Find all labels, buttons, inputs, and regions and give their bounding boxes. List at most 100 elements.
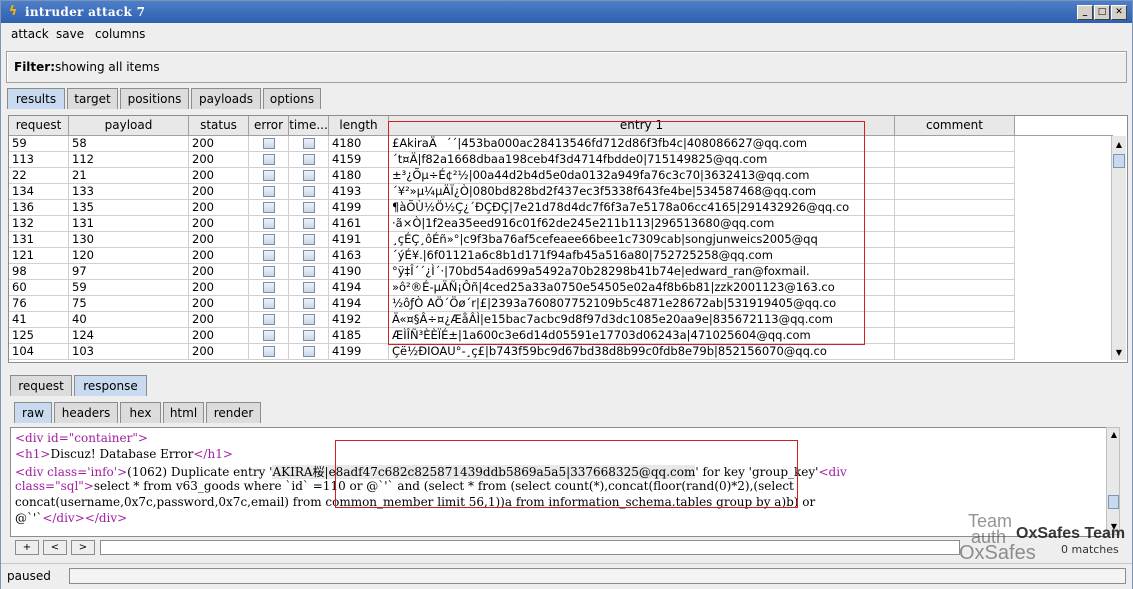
search-add-button[interactable]: + — [15, 540, 39, 555]
tab-options[interactable]: options — [263, 88, 321, 109]
cell-comment — [895, 184, 1015, 200]
error-checkbox[interactable] — [263, 234, 275, 245]
cell-length: 4192 — [329, 312, 389, 328]
error-checkbox[interactable] — [263, 266, 275, 277]
error-cell — [249, 248, 289, 264]
filter-bar[interactable]: Filter: showing all items — [6, 51, 1127, 83]
maximize-button[interactable]: □ — [1094, 5, 1110, 20]
timeout-cell — [289, 344, 329, 360]
menu-attack[interactable]: attack — [11, 27, 49, 41]
tab-raw[interactable]: raw — [14, 402, 52, 423]
cell-payload: 131 — [69, 216, 189, 232]
src-line-5: concat(username,0x7c,password,0x7c,email… — [15, 495, 816, 509]
timeout-cell — [289, 168, 329, 184]
scroll-up-icon[interactable]: ▲ — [1107, 428, 1121, 442]
timeout-checkbox[interactable] — [303, 298, 315, 309]
cell-request: 132 — [9, 216, 69, 232]
col-header-status[interactable]: status — [189, 116, 249, 136]
cell-comment — [895, 328, 1015, 344]
intruder-window: ϟ intruder attack 7 _ □ ✕ attack save co… — [0, 0, 1133, 589]
menu-columns[interactable]: columns — [95, 27, 145, 41]
cell-length: 4199 — [329, 200, 389, 216]
col-header-error[interactable]: error — [249, 116, 289, 136]
tab-payloads[interactable]: payloads — [191, 88, 261, 109]
col-header-payload[interactable]: payload — [69, 116, 189, 136]
cell-comment — [895, 280, 1015, 296]
error-checkbox[interactable] — [263, 250, 275, 261]
error-checkbox[interactable] — [263, 282, 275, 293]
scroll-down-icon[interactable]: ▼ — [1112, 346, 1126, 360]
col-header-comment[interactable]: comment — [895, 116, 1015, 136]
timeout-checkbox[interactable] — [303, 154, 315, 165]
response-raw-text[interactable]: <div id="container"> <h1>Discuz! Databas… — [10, 427, 1108, 537]
timeout-checkbox[interactable] — [303, 250, 315, 261]
col-header-timeout[interactable]: time... — [289, 116, 329, 136]
error-checkbox[interactable] — [263, 154, 275, 165]
timeout-checkbox[interactable] — [303, 138, 315, 149]
search-input[interactable] — [100, 540, 960, 555]
error-checkbox[interactable] — [263, 314, 275, 325]
tab-render[interactable]: render — [206, 402, 261, 423]
error-cell — [249, 216, 289, 232]
timeout-checkbox[interactable] — [303, 266, 315, 277]
cell-entry: ·ã×Ò|1f2ea35eed916c01f62de245e211b113|29… — [389, 216, 895, 232]
search-next-button[interactable]: > — [71, 540, 95, 555]
cell-entry: ±³¿Õµ÷É¢²½|00a44d2b4d5e0da0132a949fa76c3… — [389, 168, 895, 184]
error-cell — [249, 328, 289, 344]
close-button[interactable]: ✕ — [1111, 5, 1127, 20]
cell-payload: 124 — [69, 328, 189, 344]
error-cell — [249, 264, 289, 280]
timeout-checkbox[interactable] — [303, 202, 315, 213]
timeout-checkbox[interactable] — [303, 218, 315, 229]
response-scrollbar[interactable]: ▲ ▼ — [1106, 427, 1120, 535]
src-line-6: @`'`</div></div> — [15, 511, 128, 525]
tab-results[interactable]: results — [7, 88, 65, 109]
cell-length: 4180 — [329, 168, 389, 184]
tab-request[interactable]: request — [10, 375, 72, 396]
tab-positions[interactable]: positions — [120, 88, 189, 109]
tab-html[interactable]: html — [163, 402, 204, 423]
cell-payload: 135 — [69, 200, 189, 216]
timeout-cell — [289, 248, 329, 264]
timeout-checkbox[interactable] — [303, 314, 315, 325]
tab-target[interactable]: target — [67, 88, 118, 109]
col-header-request[interactable]: request — [9, 116, 69, 136]
timeout-checkbox[interactable] — [303, 346, 315, 357]
tab-response[interactable]: response — [74, 375, 147, 396]
cell-status: 200 — [189, 136, 249, 152]
timeout-checkbox[interactable] — [303, 234, 315, 245]
timeout-cell — [289, 280, 329, 296]
cell-comment — [895, 264, 1015, 280]
col-header-length[interactable]: length — [329, 116, 389, 136]
timeout-checkbox[interactable] — [303, 282, 315, 293]
burp-lightning-icon: ϟ — [8, 4, 18, 19]
scroll-thumb[interactable] — [1113, 154, 1125, 168]
tab-hex[interactable]: hex — [120, 402, 161, 423]
error-checkbox[interactable] — [263, 202, 275, 213]
error-checkbox[interactable] — [263, 170, 275, 181]
cell-payload: 120 — [69, 248, 189, 264]
timeout-checkbox[interactable] — [303, 170, 315, 181]
error-checkbox[interactable] — [263, 186, 275, 197]
scroll-thumb[interactable] — [1108, 495, 1119, 509]
col-header-entry[interactable]: entry 1 — [389, 116, 895, 136]
error-checkbox[interactable] — [263, 218, 275, 229]
error-checkbox[interactable] — [263, 298, 275, 309]
scroll-down-icon[interactable]: ▼ — [1107, 520, 1121, 534]
tab-headers[interactable]: headers — [54, 402, 118, 423]
timeout-cell — [289, 328, 329, 344]
table-scrollbar[interactable]: ▲ ▼ — [1111, 136, 1126, 360]
minimize-button[interactable]: _ — [1077, 5, 1093, 20]
progress-bar — [69, 568, 1126, 584]
error-checkbox[interactable] — [263, 330, 275, 341]
cell-payload: 133 — [69, 184, 189, 200]
timeout-checkbox[interactable] — [303, 330, 315, 341]
timeout-checkbox[interactable] — [303, 186, 315, 197]
error-checkbox[interactable] — [263, 138, 275, 149]
results-table[interactable]: request payload status error time... len… — [8, 115, 1128, 363]
menu-save[interactable]: save — [56, 27, 84, 41]
error-checkbox[interactable] — [263, 346, 275, 357]
scroll-up-icon[interactable]: ▲ — [1112, 138, 1126, 152]
search-prev-button[interactable]: < — [43, 540, 67, 555]
cell-length: 4193 — [329, 184, 389, 200]
